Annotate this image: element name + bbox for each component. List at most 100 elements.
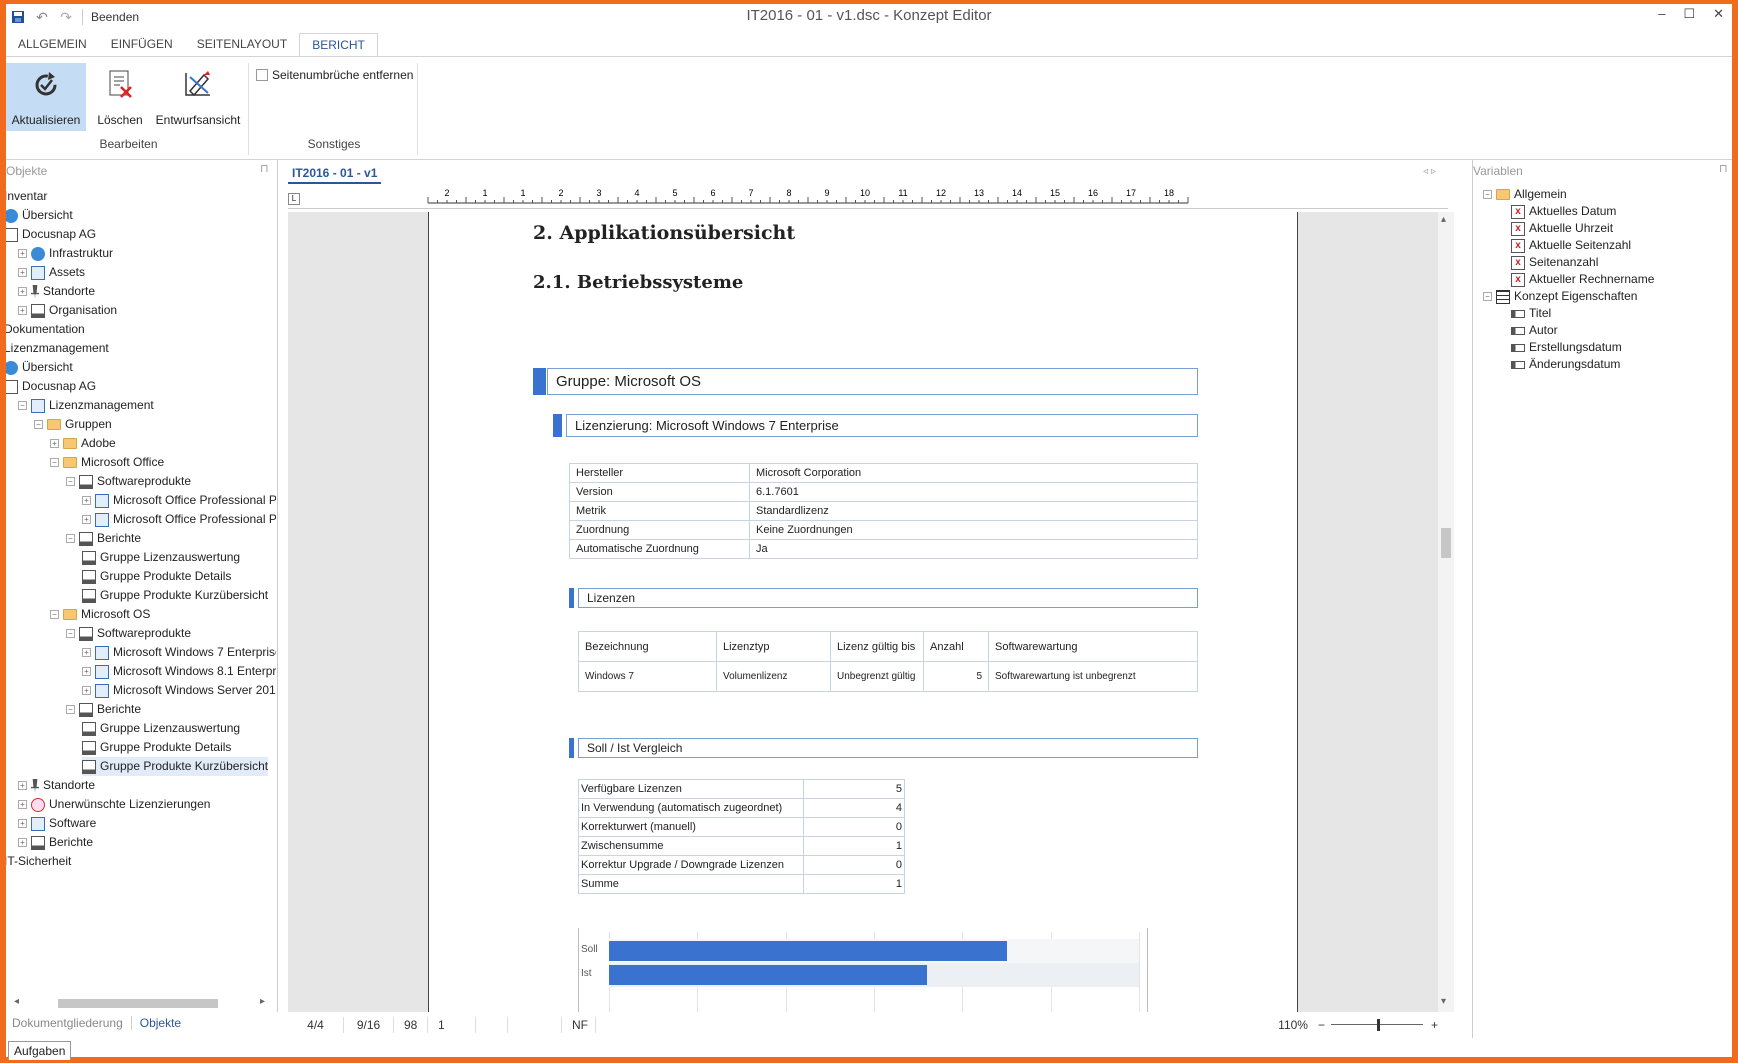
expand-toggle-icon[interactable]: +	[82, 515, 91, 524]
pin-icon[interactable]: ⊓	[1719, 162, 1728, 175]
expand-toggle-icon[interactable]: +	[82, 648, 91, 657]
tree-item[interactable]: − Gruppen	[34, 415, 112, 434]
expand-toggle-icon[interactable]: −	[66, 477, 75, 486]
tab-scroll-icons[interactable]: ◃ ▹	[1423, 166, 1436, 177]
tree-item[interactable]: − Softwareprodukte	[66, 624, 191, 643]
tree-item[interactable]: + Berichte	[18, 833, 93, 852]
tree-item[interactable]: Docusnap AG	[6, 225, 96, 244]
globe-icon	[6, 208, 18, 223]
maximize-button[interactable]: ☐	[1683, 6, 1695, 22]
expand-toggle-icon[interactable]: +	[82, 667, 91, 676]
status-bar: 4/4 9/16 98 1 NF 110% − +	[288, 1014, 1448, 1036]
tree-item[interactable]: + Microsoft Office Professional Plu	[82, 491, 276, 510]
tree-item[interactable]: Gruppe Produkte Kurzübersicht	[82, 757, 269, 776]
tree-item[interactable]: Übersicht	[6, 358, 73, 377]
expand-toggle-icon[interactable]: +	[18, 268, 27, 277]
expand-toggle-icon[interactable]: +	[18, 249, 27, 258]
tree-item[interactable]: − Softwareprodukte	[66, 472, 191, 491]
tasks-tab[interactable]: Aufgaben	[8, 1041, 72, 1060]
variable-item[interactable]: − Konzept Eigenschaften	[1483, 287, 1637, 306]
tab-objects[interactable]: Objekte	[140, 1016, 181, 1030]
tree-item[interactable]: − Berichte	[66, 700, 141, 719]
remove-pagebreaks-checkbox[interactable]: Seitenumbrüche entfernen	[256, 68, 413, 82]
scrollbar-thumb[interactable]	[58, 999, 218, 1008]
tree-item[interactable]: + Infrastruktur	[18, 244, 113, 263]
expand-toggle-icon[interactable]: +	[18, 819, 27, 828]
tree-item[interactable]: + Adobe	[50, 434, 116, 453]
expand-toggle-icon[interactable]: −	[50, 458, 59, 467]
expand-toggle-icon[interactable]: −	[66, 629, 75, 638]
refresh-label: Aktualisieren	[11, 113, 81, 127]
pin-icon[interactable]: ⊓	[260, 162, 269, 175]
tree-item[interactable]: + Standorte	[18, 282, 95, 301]
variable-item[interactable]: Änderungsdatum	[1511, 355, 1620, 374]
draft-view-button[interactable]: Entwurfsansicht	[152, 63, 244, 131]
expand-toggle-icon[interactable]: +	[50, 439, 59, 448]
tab-seitenlayout[interactable]: SEITENLAYOUT	[185, 33, 299, 57]
expand-toggle-icon[interactable]: −	[66, 534, 75, 543]
tree-item[interactable]: − Lizenzmanagement	[18, 396, 154, 415]
tab-bericht[interactable]: BERICHT	[299, 33, 378, 57]
tree-item[interactable]: Lizenzmanagement	[6, 339, 109, 358]
tree-item[interactable]: + Organisation	[18, 301, 117, 320]
expand-toggle-icon[interactable]: −	[50, 610, 59, 619]
tree-item[interactable]: + Standorte	[18, 776, 95, 795]
tree-item[interactable]: Übersicht	[6, 206, 73, 225]
zoom-slider-thumb[interactable]	[1376, 1019, 1380, 1031]
tree-item[interactable]: + Microsoft Office Professional Plu	[82, 510, 276, 529]
tree-item[interactable]: − Microsoft OS	[50, 605, 150, 624]
tree-item[interactable]: Docusnap AG	[6, 377, 96, 396]
expand-toggle-icon[interactable]: +	[18, 306, 27, 315]
scroll-right-icon[interactable]: ▸	[260, 996, 265, 1007]
tree-item[interactable]: Inventar	[6, 187, 47, 206]
tree-item[interactable]: + Microsoft Windows Server 2012	[82, 681, 276, 700]
function-icon: x	[1511, 255, 1525, 270]
zoom-slider[interactable]	[1330, 1019, 1423, 1031]
tree-item[interactable]: + Unerwünschte Lizenzierungen	[18, 795, 210, 814]
tab-document-outline[interactable]: Dokumentgliederung	[12, 1016, 123, 1030]
vertical-scrollbar-thumb[interactable]	[1441, 528, 1451, 558]
expand-toggle-icon[interactable]: −	[18, 401, 27, 410]
expand-toggle-icon[interactable]: −	[1483, 292, 1492, 301]
expand-toggle-icon[interactable]: +	[18, 838, 27, 847]
tree-item[interactable]: + Assets	[18, 263, 85, 282]
zoom-in-button[interactable]: +	[1431, 1018, 1438, 1032]
tree-item[interactable]: − Berichte	[66, 529, 141, 548]
tree-item[interactable]: − Microsoft Office	[50, 453, 164, 472]
tree-item[interactable]: + Software	[18, 814, 96, 833]
scroll-down-icon[interactable]: ▾	[1441, 996, 1446, 1007]
minimize-button[interactable]: –	[1658, 6, 1665, 22]
expand-toggle-icon[interactable]: +	[82, 496, 91, 505]
pin-icon	[31, 284, 39, 299]
horizontal-scrollbar[interactable]: ◂ ▸	[12, 996, 272, 1010]
tree-item[interactable]: + Microsoft Windows 7 Enterprise	[82, 643, 276, 662]
expand-toggle-icon[interactable]: −	[34, 420, 43, 429]
licenses-table: Bezeichnung Lizenztyp Lizenz gültig bis Anz…	[578, 631, 1198, 692]
delete-button[interactable]: Löschen	[90, 63, 150, 131]
refresh-button[interactable]: Aktualisieren	[6, 63, 86, 131]
tree-item[interactable]: Gruppe Lizenzauswertung	[82, 548, 240, 567]
checkbox-box[interactable]	[256, 69, 268, 81]
tree-item[interactable]: Gruppe Produkte Details	[82, 567, 231, 586]
tree-item[interactable]: Dokumentation	[6, 320, 85, 339]
expand-toggle-icon[interactable]: +	[82, 686, 91, 695]
tree-item-label: Gruppe Produkte Kurzübersicht	[100, 588, 269, 602]
vertical-scrollbar[interactable]: ▴ ▾	[1438, 212, 1454, 1012]
scroll-left-icon[interactable]: ◂	[14, 996, 19, 1007]
tree-item[interactable]: Gruppe Produkte Details	[82, 738, 231, 757]
tree-item[interactable]: + Microsoft Windows 8.1 Enterpris	[82, 662, 276, 681]
tree-item[interactable]: Gruppe Lizenzauswertung	[82, 719, 240, 738]
expand-toggle-icon[interactable]: −	[66, 705, 75, 714]
tree-item[interactable]: IT-Sicherheit	[6, 852, 71, 871]
scroll-up-icon[interactable]: ▴	[1441, 214, 1446, 225]
tab-allgemein[interactable]: ALLGEMEIN	[6, 33, 99, 57]
document-tab[interactable]: IT2016 - 01 - v1	[288, 164, 382, 184]
close-button[interactable]: ✕	[1713, 6, 1724, 22]
expand-toggle-icon[interactable]: +	[18, 287, 27, 296]
tree-item[interactable]: Gruppe Produkte Kurzübersicht	[82, 586, 268, 605]
zoom-out-button[interactable]: −	[1318, 1018, 1325, 1032]
expand-toggle-icon[interactable]: +	[18, 800, 27, 809]
expand-toggle-icon[interactable]: +	[18, 781, 27, 790]
expand-toggle-icon[interactable]: −	[1483, 190, 1492, 199]
tab-einfuegen[interactable]: EINFÜGEN	[99, 33, 185, 57]
